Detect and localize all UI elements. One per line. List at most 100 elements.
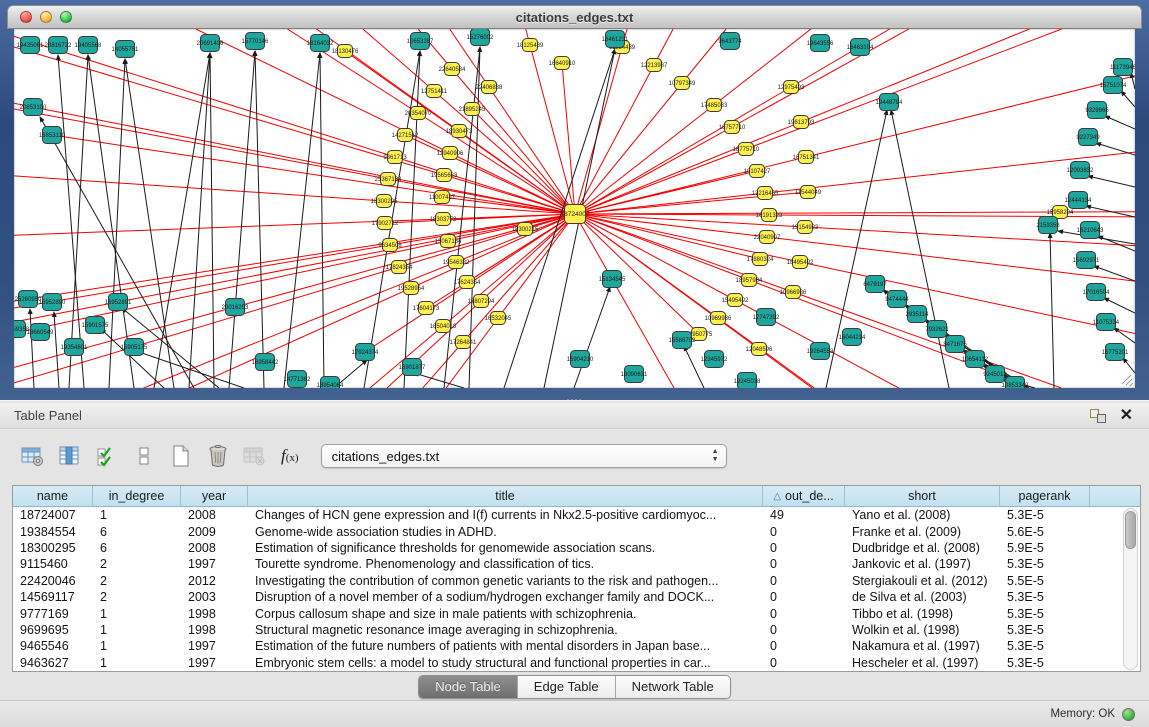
tab-network-table[interactable]: Network Table — [616, 676, 730, 698]
network-graph[interactable]: 2264058412751411203540701427151293617132… — [14, 29, 1135, 388]
node-label: 16757710 — [719, 125, 746, 131]
table-row[interactable]: 1456911722003Disruption of a novel membe… — [13, 589, 1140, 605]
zoom-window-icon[interactable] — [60, 11, 72, 23]
node-label: 10654112 — [962, 357, 989, 363]
node-label: 13067134 — [435, 239, 462, 245]
column-header-name[interactable]: name — [13, 486, 93, 506]
tab-node-table[interactable]: Node Table — [419, 676, 518, 698]
table-row[interactable]: 1830029562008Estimation of significance … — [13, 540, 1140, 556]
node-label: 19264553 — [807, 349, 834, 355]
node-label: 18660549 — [27, 330, 54, 336]
node-label: 17264841 — [450, 340, 477, 346]
node-label: 18930473 — [446, 129, 473, 135]
column-header-title[interactable]: title — [248, 486, 763, 506]
table-row[interactable]: 946554611997Estimation of the future num… — [13, 638, 1140, 654]
table-cell: 1 — [93, 622, 181, 638]
table-row[interactable]: 969969511998Structural magnetic resonanc… — [13, 622, 1140, 638]
node-label: 19405568 — [75, 43, 102, 49]
node-label: 19643556 — [807, 41, 834, 47]
table-cell: 1998 — [181, 622, 248, 638]
table-cell: 0 — [763, 622, 845, 638]
node-label: 12747392 — [753, 315, 780, 321]
create-column-icon[interactable] — [166, 441, 196, 471]
node-label: 15134545 — [599, 277, 626, 283]
node-label: 18303772 — [430, 217, 457, 223]
select-columns-icon[interactable] — [92, 441, 122, 471]
node-label: 9634508 — [378, 243, 402, 249]
table-cell: 0 — [763, 540, 845, 556]
tab-edge-table[interactable]: Edge Table — [518, 676, 616, 698]
node-label: 19565683 — [431, 173, 458, 179]
table-cell: 0 — [763, 655, 845, 671]
node-label: 17824364 — [386, 265, 413, 271]
table-cell: 5.5E-5 — [1000, 573, 1090, 589]
table-cell: 14569117 — [13, 589, 93, 605]
window-title: citations_edges.txt — [8, 10, 1141, 25]
node-label: 11007427 — [429, 195, 456, 201]
minimize-window-icon[interactable] — [40, 11, 52, 23]
table-cell: 0 — [763, 605, 845, 621]
table-cell: 1998 — [181, 605, 248, 621]
column-header-pagerank[interactable]: pagerank — [1000, 486, 1090, 506]
table-cell: 2008 — [181, 540, 248, 556]
table-mode-icon[interactable] — [18, 441, 48, 471]
float-panel-icon[interactable] — [1090, 409, 1106, 423]
table-cell: Corpus callosum shape and size in male p… — [248, 605, 763, 621]
node-label: 15905175 — [121, 345, 148, 351]
node-label: 12444134 — [1065, 198, 1092, 204]
show-columns-icon[interactable] — [55, 441, 85, 471]
node-label: 16901877 — [399, 365, 426, 371]
column-header-short[interactable]: short — [845, 486, 1000, 506]
close-window-icon[interactable] — [20, 11, 32, 23]
table-cell: Yano et al. (2008) — [845, 507, 1000, 523]
node-label: 15692971 — [1073, 258, 1100, 264]
table-header-row: namein_degreeyeartitle△out_de...shortpag… — [13, 486, 1140, 507]
table-row[interactable]: 911546021997Tourette syndrome. Phenomeno… — [13, 556, 1140, 572]
column-header-in_degree[interactable]: in_degree — [93, 486, 181, 506]
node-label: 16958442 — [252, 360, 279, 366]
vertical-scrollbar[interactable] — [1123, 508, 1138, 670]
window-titlebar[interactable]: citations_edges.txt — [7, 5, 1142, 29]
table-cell: Tourette syndrome. Phenomenology and cla… — [248, 556, 763, 572]
table-cell: 5.3E-5 — [1000, 605, 1090, 621]
node-label: 16853110 — [39, 133, 66, 139]
canvas-resize-grip[interactable] — [1122, 375, 1133, 386]
node-label: 16210643 — [1077, 228, 1104, 234]
row-height-icon[interactable] — [129, 441, 159, 471]
table-cell: 9115460 — [13, 556, 93, 572]
memory-status-icon[interactable] — [1122, 708, 1135, 721]
table-cell: 49 — [763, 507, 845, 523]
scrollbar-thumb[interactable] — [1125, 511, 1136, 549]
node-label: 9227349 — [1076, 135, 1100, 141]
table-cell: 0 — [763, 573, 845, 589]
network-canvas[interactable]: 2264058412751411203540701427151293617132… — [14, 29, 1135, 388]
node-label: 18164032 — [307, 41, 334, 47]
table-row[interactable]: 2242004622012Investigating the contribut… — [13, 573, 1140, 589]
table-row[interactable]: 1872400712008Changes of HCN gene express… — [13, 507, 1140, 523]
table-row[interactable]: 977716911998Corpus callosum shape and si… — [13, 605, 1140, 621]
node-label: 14771362 — [284, 377, 311, 383]
node-label: 18300215 — [512, 227, 539, 233]
table-cell: Franke et al. (2009) — [845, 523, 1000, 539]
node-label: 19245038 — [734, 379, 761, 385]
node-label: 9329966 — [1085, 108, 1109, 114]
table-cell: Nakamura et al. (1997) — [845, 638, 1000, 654]
table-cell: 6 — [93, 540, 181, 556]
node-label: 10966936 — [780, 290, 807, 296]
close-panel-icon[interactable]: ✕ — [1120, 409, 1133, 423]
table-selector-dropdown[interactable]: citations_edges.txt ▲▼ — [321, 444, 727, 468]
column-header-year[interactable]: year — [181, 486, 248, 506]
table-cell: 1 — [93, 638, 181, 654]
table-cell: Wolkin et al. (1998) — [845, 622, 1000, 638]
node-label: 18300295 — [371, 199, 398, 205]
table-row[interactable]: 1938455462009Genome-wide association stu… — [13, 523, 1140, 539]
delete-column-icon[interactable] — [203, 441, 233, 471]
network-view-window: citations_edges.txt 22640584127514112035… — [0, 0, 1149, 400]
function-builder-icon[interactable]: f(x) — [281, 446, 299, 466]
column-header-out_de[interactable]: △out_de... — [763, 486, 845, 506]
dropdown-stepper-icon: ▲▼ — [712, 448, 719, 464]
delete-table-icon[interactable] — [240, 441, 270, 471]
node-table: namein_degreeyeartitle△out_de...shortpag… — [12, 485, 1141, 672]
table-row[interactable]: 946362711997Embryonic stem cells: a mode… — [13, 655, 1140, 671]
table-cell: 22420046 — [13, 573, 93, 589]
